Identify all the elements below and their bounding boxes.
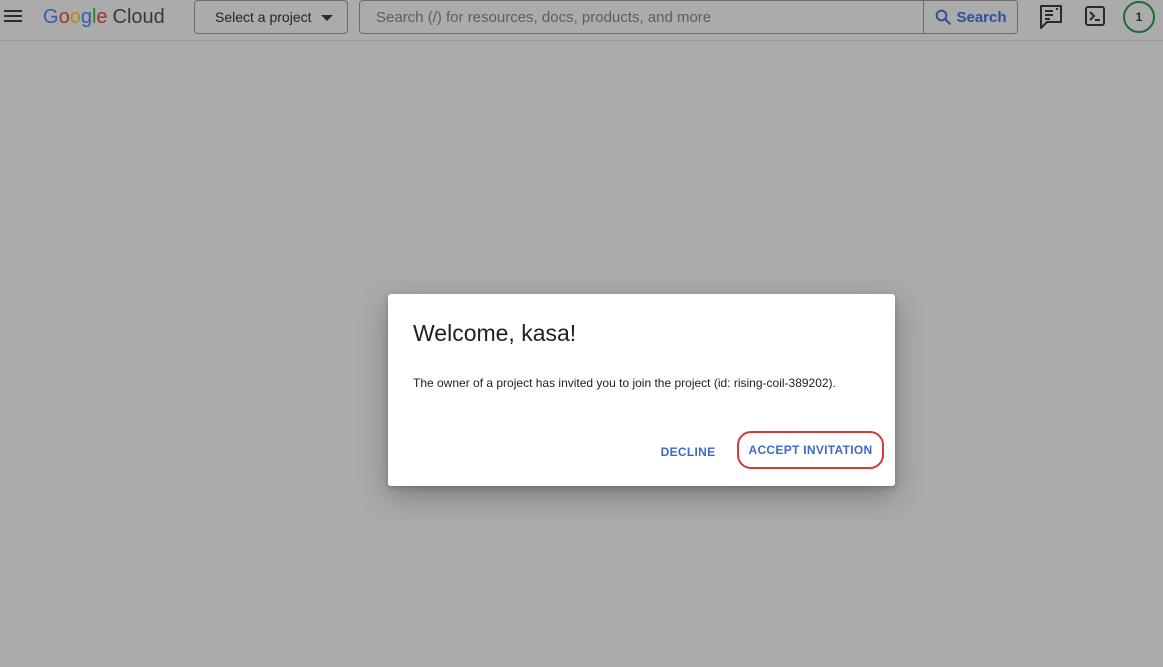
decline-button[interactable]: DECLINE	[650, 437, 726, 467]
top-app-bar: Google Cloud Select a project Search (/)…	[0, 0, 1163, 41]
welcome-invitation-dialog: Welcome, kasa! The owner of a project ha…	[388, 294, 895, 486]
dropdown-caret-icon	[321, 15, 333, 21]
search-button[interactable]: Search	[923, 1, 1017, 33]
dialog-message: The owner of a project has invited you t…	[413, 376, 836, 390]
dialog-title: Welcome, kasa!	[413, 320, 577, 346]
search-icon	[936, 9, 952, 25]
notes-icon[interactable]	[1038, 4, 1064, 30]
terminal-icon[interactable]	[1083, 4, 1109, 30]
account-avatar[interactable]: 1	[1123, 1, 1155, 33]
search-button-label: Search	[956, 8, 1007, 26]
project-selector-button[interactable]: Select a project	[194, 0, 348, 34]
search-bar: Search	[359, 0, 1018, 34]
project-selector-label: Select a project	[215, 9, 312, 25]
search-input[interactable]	[360, 1, 923, 33]
accept-invitation-button[interactable]: ACCEPT INVITATION	[737, 431, 884, 469]
avatar-label: 1	[1135, 10, 1143, 24]
google-cloud-logo[interactable]: Google Cloud	[43, 5, 165, 29]
menu-icon[interactable]	[2, 4, 24, 28]
